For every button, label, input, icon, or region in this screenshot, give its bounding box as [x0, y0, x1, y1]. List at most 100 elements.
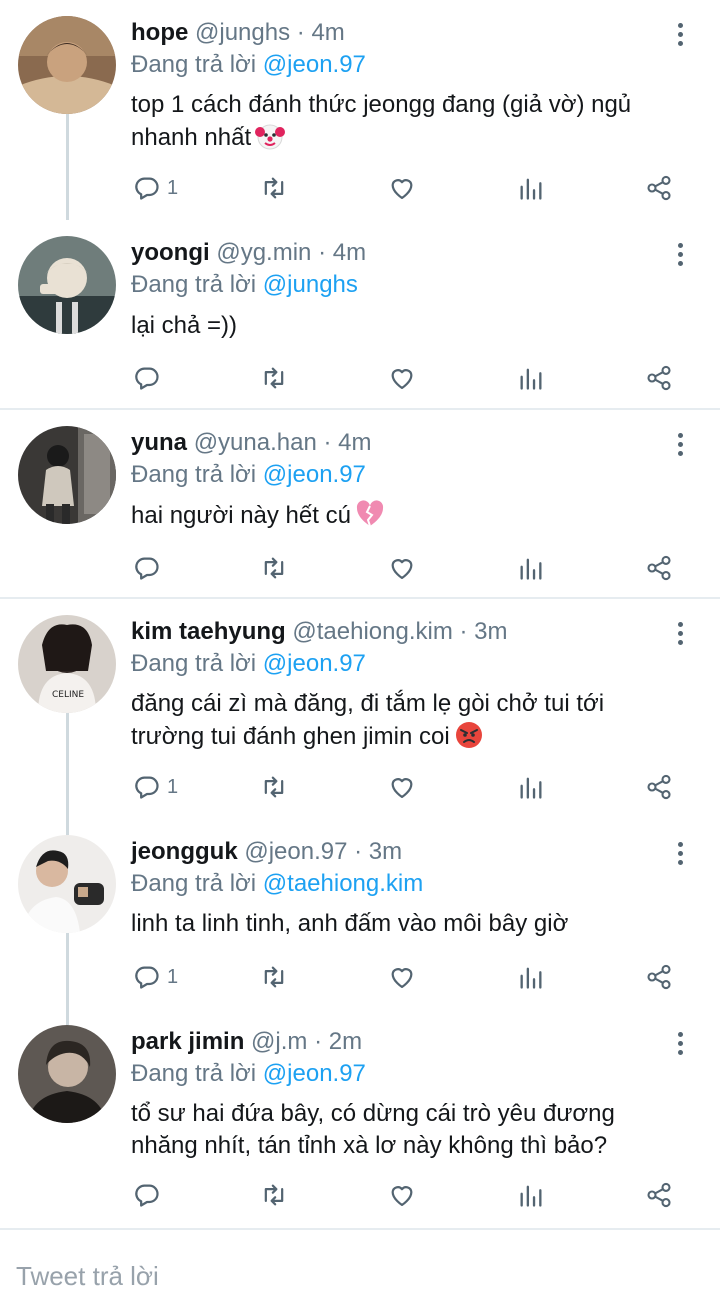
username[interactable]: @yg.min [216, 239, 311, 266]
retweet-icon [264, 557, 284, 579]
analytics-button[interactable] [517, 1175, 561, 1215]
display-name[interactable]: yoongi [131, 239, 210, 266]
reply-input[interactable] [16, 1258, 696, 1294]
reply-composer [0, 1228, 720, 1313]
like-button[interactable] [388, 767, 432, 807]
mention-link[interactable]: @jeon.97 [263, 461, 366, 488]
timestamp[interactable]: 3m [474, 618, 507, 645]
analytics-button[interactable] [517, 168, 561, 208]
username[interactable]: @j.m [251, 1028, 307, 1055]
analytics-button[interactable] [517, 548, 561, 588]
retweet-icon [264, 966, 284, 988]
display-name[interactable]: jeongguk [131, 838, 238, 865]
display-name[interactable]: park jimin [131, 1028, 244, 1055]
more-icon[interactable] [664, 238, 696, 270]
more-icon[interactable] [664, 18, 696, 50]
reply-count: 1 [167, 176, 179, 199]
reply-count: 1 [167, 965, 179, 988]
display-name[interactable]: yuna [131, 429, 187, 456]
like-icon [391, 968, 413, 989]
mention-link[interactable]: @junghs [263, 271, 358, 298]
replying-to-label: Đang trả lời [131, 51, 257, 78]
retweet-button[interactable] [260, 548, 304, 588]
mention-link[interactable]: @jeon.97 [263, 1060, 366, 1087]
retweet-icon [264, 776, 284, 798]
like-button[interactable] [388, 1175, 432, 1215]
reply-button[interactable] [133, 358, 177, 398]
display-name[interactable]: kim taehyung [131, 618, 286, 645]
svg-text:CELINE: CELINE [52, 690, 84, 700]
separator: · [354, 838, 363, 865]
avatar-image [18, 835, 116, 933]
avatar-image [18, 16, 116, 114]
avatar[interactable] [18, 16, 116, 114]
avatar[interactable] [18, 1025, 116, 1123]
tweet-header: yoongi @yg.min · 4m [131, 237, 660, 269]
like-button[interactable] [388, 168, 432, 208]
tweet[interactable]: CELINE kim taehyung @taehiong.kim · 3m Đ… [0, 599, 720, 819]
retweet-button[interactable] [260, 957, 304, 997]
share-button[interactable] [645, 548, 689, 588]
separator: · [314, 1028, 323, 1055]
replying-to: Đang trả lời @junghs [131, 269, 358, 301]
tweet[interactable]: hope @junghs · 4m Đang trả lời @jeon.97 … [0, 0, 720, 220]
like-button[interactable] [388, 358, 432, 398]
tweet-header: jeongguk @jeon.97 · 3m [131, 836, 660, 868]
analytics-button[interactable] [517, 957, 561, 997]
thread-line [66, 707, 69, 819]
retweet-button[interactable] [260, 358, 304, 398]
reply-button[interactable]: 1 [133, 168, 193, 208]
retweet-icon [264, 367, 284, 389]
more-icon[interactable] [664, 1027, 696, 1059]
mention-link[interactable]: @taehiong.kim [263, 870, 423, 897]
avatar[interactable] [18, 236, 116, 334]
reply-icon [135, 177, 159, 200]
tweet-text-line: đăng cái zì mà đăng, đi tắm lẹ gòi chở t… [131, 690, 605, 717]
avatar[interactable] [18, 835, 116, 933]
display-name[interactable]: hope [131, 19, 188, 46]
share-button[interactable] [645, 358, 689, 398]
timestamp[interactable]: 4m [311, 19, 344, 46]
tweet[interactable]: park jimin @j.m · 2m Đang trả lời @jeon.… [0, 1009, 720, 1227]
tweet[interactable]: yuna @yuna.han · 4m Đang trả lời @jeon.9… [0, 410, 720, 598]
username[interactable]: @jeon.97 [244, 838, 347, 865]
timestamp[interactable]: 2m [329, 1028, 362, 1055]
reply-button[interactable]: 1 [133, 957, 193, 997]
like-icon [391, 1186, 413, 1207]
more-icon[interactable] [664, 428, 696, 460]
reply-icon [135, 966, 159, 989]
more-icon[interactable] [664, 617, 696, 649]
share-button[interactable] [645, 957, 689, 997]
share-button[interactable] [645, 1175, 689, 1215]
tweet[interactable]: jeongguk @jeon.97 · 3m Đang trả lời @tae… [0, 819, 720, 1009]
mention-link[interactable]: @jeon.97 [263, 51, 366, 78]
share-icon [647, 365, 671, 391]
mention-link[interactable]: @jeon.97 [263, 650, 366, 677]
avatar[interactable]: CELINE [18, 615, 116, 713]
retweet-button[interactable] [260, 1175, 304, 1215]
reply-button[interactable] [133, 548, 177, 588]
username[interactable]: @yuna.han [194, 429, 317, 456]
tweet-text-line: hai người này hết cú [131, 499, 691, 532]
like-button[interactable] [388, 957, 432, 997]
replying-to-label: Đang trả lời [131, 271, 257, 298]
share-button[interactable] [645, 767, 689, 807]
reply-button[interactable] [133, 1175, 177, 1215]
tweet[interactable]: yoongi @yg.min · 4m Đang trả lời @junghs… [0, 220, 720, 408]
retweet-button[interactable] [260, 767, 304, 807]
timestamp[interactable]: 3m [369, 838, 402, 865]
timestamp[interactable]: 4m [333, 239, 366, 266]
analytics-button[interactable] [517, 767, 561, 807]
retweet-button[interactable] [260, 168, 304, 208]
timestamp[interactable]: 4m [338, 429, 371, 456]
share-button[interactable] [645, 168, 689, 208]
avatar[interactable] [18, 426, 116, 524]
more-icon[interactable] [664, 837, 696, 869]
analytics-button[interactable] [517, 358, 561, 398]
username[interactable]: @junghs [195, 19, 290, 46]
reply-button[interactable]: 1 [133, 767, 193, 807]
replying-to: Đang trả lời @jeon.97 [131, 459, 366, 491]
analytics-icon [520, 1185, 542, 1207]
username[interactable]: @taehiong.kim [292, 618, 452, 645]
like-button[interactable] [388, 548, 432, 588]
